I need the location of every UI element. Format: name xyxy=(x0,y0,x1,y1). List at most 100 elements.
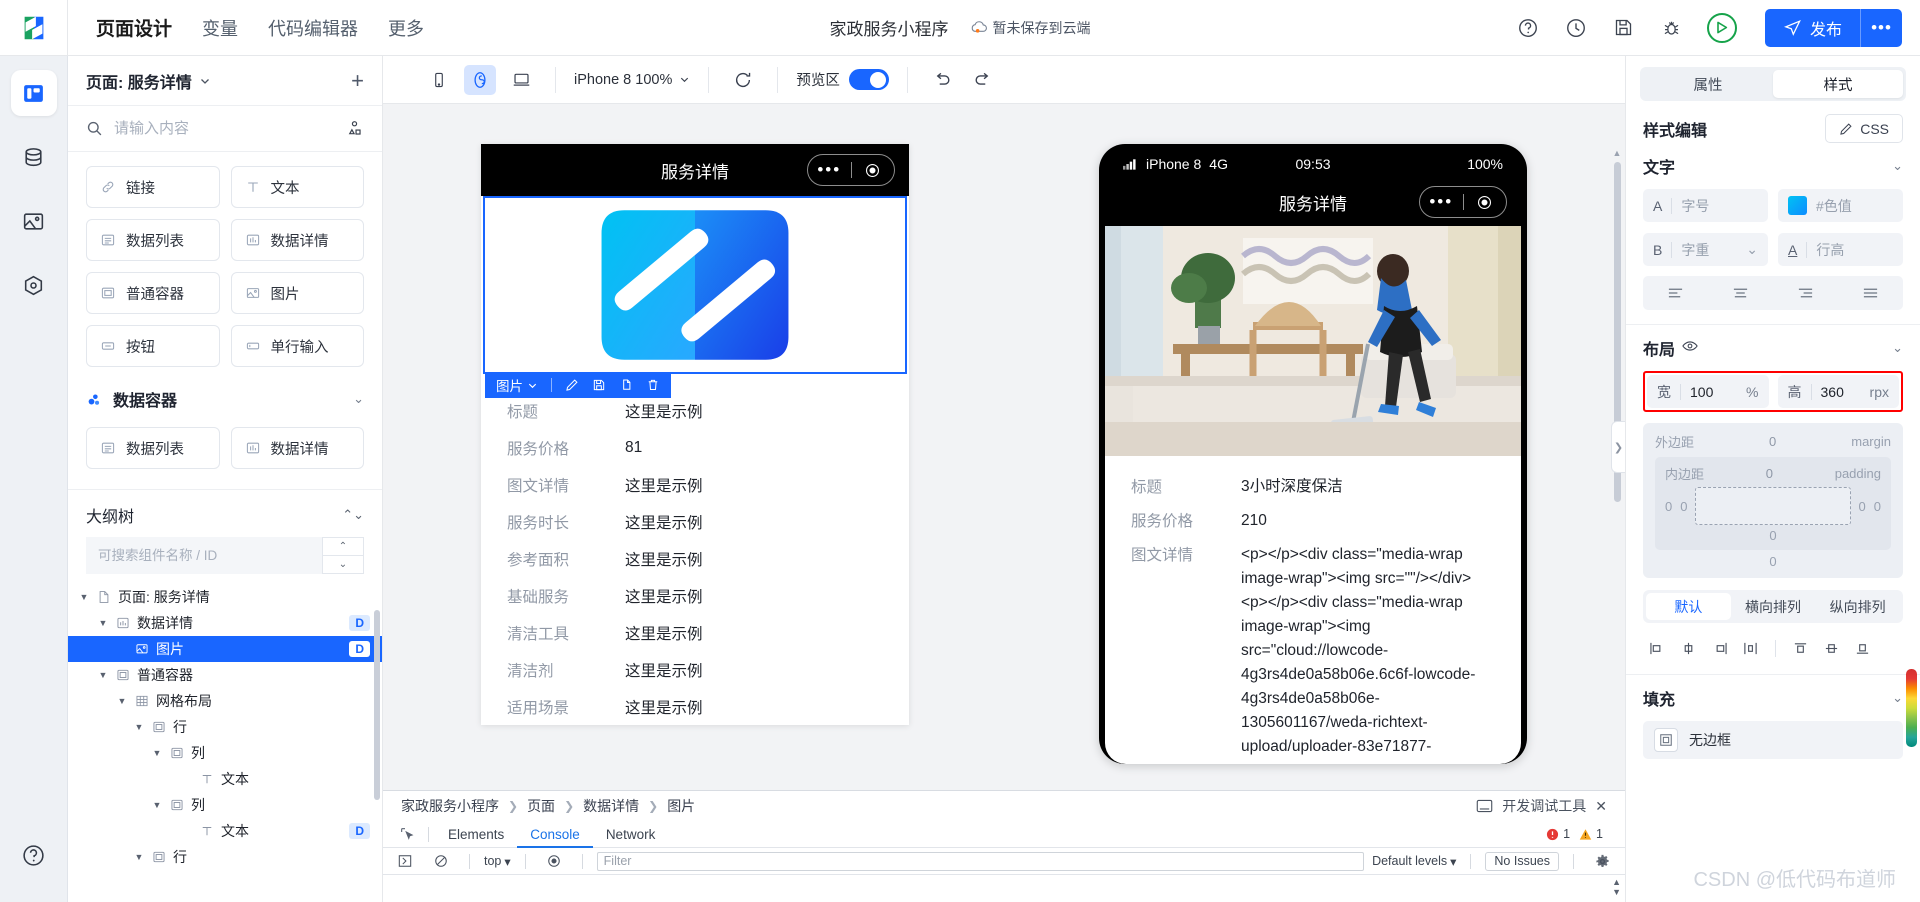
align-items-end-icon[interactable] xyxy=(1705,635,1734,661)
breadcrumb-item[interactable]: 数据详情 xyxy=(583,796,639,816)
chevron-down-icon[interactable]: ⌄ xyxy=(1892,690,1903,706)
tab-elements[interactable]: Elements xyxy=(435,821,517,848)
width-unit[interactable]: % xyxy=(1746,384,1758,400)
text-color-input[interactable]: #色值 xyxy=(1778,189,1903,222)
line-height-input[interactable]: A 行高 xyxy=(1778,233,1903,266)
app-logo[interactable] xyxy=(0,0,68,56)
selected-image-component[interactable]: 图片 xyxy=(483,196,907,398)
data-container-detail[interactable]: 数据详情 xyxy=(230,427,364,469)
bug-icon[interactable] xyxy=(1659,15,1685,41)
height-input[interactable]: 高 360 rpx xyxy=(1777,375,1899,408)
caret-icon[interactable]: ▼ xyxy=(133,852,145,862)
refresh-button[interactable] xyxy=(727,65,759,95)
caret-icon[interactable]: ▼ xyxy=(133,722,145,732)
component-data-list[interactable]: 数据列表 xyxy=(86,219,220,261)
padding-left-value[interactable]: 0 xyxy=(1680,499,1687,514)
tree-node[interactable]: ▼ 普通容器 xyxy=(68,662,382,688)
align-items-center-icon[interactable] xyxy=(1674,635,1703,661)
component-tree-toggle-icon[interactable] xyxy=(345,119,364,138)
padding-bottom-value[interactable]: 0 xyxy=(1665,528,1881,543)
console-levels-select[interactable]: Default levels ▾ xyxy=(1372,854,1456,869)
console-output[interactable]: ▲ ▼ xyxy=(383,875,1625,902)
align-left-icon[interactable] xyxy=(1643,286,1708,300)
save-icon[interactable] xyxy=(1611,15,1637,41)
capsule-more-icon[interactable]: ••• xyxy=(808,160,851,180)
fill-section-header[interactable]: 填充 ⌄ xyxy=(1643,686,1903,710)
component-image[interactable]: 图片 xyxy=(230,272,364,314)
page-selector[interactable]: 页面: 服务详情 xyxy=(86,69,211,93)
font-size-input[interactable]: A 字号 xyxy=(1643,189,1768,222)
tab-properties[interactable]: 属性 xyxy=(1643,70,1773,98)
rail-item-settings[interactable] xyxy=(11,262,57,308)
margin-top-value[interactable]: 0 xyxy=(1694,434,1851,449)
selection-type-label[interactable]: 图片 xyxy=(496,375,538,395)
text-section-header[interactable]: 文字 ⌄ xyxy=(1643,154,1903,178)
layout-tab-vertical[interactable]: 纵向排列 xyxy=(1815,593,1900,620)
align-justify-icon[interactable] xyxy=(1838,286,1903,300)
tree-node[interactable]: ▼ 列 xyxy=(68,792,382,818)
component-search-input[interactable] xyxy=(114,120,334,137)
add-page-button[interactable]: + xyxy=(351,69,364,92)
chevron-down-icon[interactable]: ⌄ xyxy=(353,391,364,407)
component-button[interactable]: 按钮 xyxy=(86,325,220,367)
caret-icon[interactable]: ▼ xyxy=(97,670,109,680)
error-count-badge[interactable]: 1 xyxy=(1546,827,1570,841)
tree-node[interactable]: ▼ 行 xyxy=(68,714,382,740)
tab-console[interactable]: Console xyxy=(517,821,593,848)
tree-node[interactable]: ▼ 列 xyxy=(68,740,382,766)
canvas-scroll-up-icon[interactable]: ▲ xyxy=(1611,148,1623,158)
gear-icon[interactable] xyxy=(1588,854,1617,869)
console-settings-eye-icon[interactable] xyxy=(540,854,568,868)
rail-item-page-design[interactable] xyxy=(10,70,57,116)
breadcrumb-item[interactable]: 页面 xyxy=(527,796,555,816)
layout-section-header[interactable]: 布局 ⌄ xyxy=(1643,336,1903,360)
margin-bottom-value[interactable]: 0 xyxy=(1655,554,1891,569)
font-weight-input[interactable]: B 字重 ⌄ xyxy=(1643,233,1768,266)
tree-node-selected[interactable]: 图片 D xyxy=(68,636,382,662)
tree-node[interactable]: ▼ 数据详情 D xyxy=(68,610,382,636)
publish-more-button[interactable]: ••• xyxy=(1860,8,1902,47)
history-icon[interactable] xyxy=(1563,15,1589,41)
component-input[interactable]: 单行输入 xyxy=(230,325,364,367)
component-data-detail[interactable]: 数据详情 xyxy=(230,219,364,261)
border-style-item[interactable]: 无边框 xyxy=(1643,721,1903,759)
run-preview-button[interactable] xyxy=(1706,12,1737,43)
caret-icon[interactable]: ▼ xyxy=(151,748,163,758)
color-swatch[interactable] xyxy=(1788,196,1807,215)
tree-node[interactable]: ▼ 页面: 服务详情 xyxy=(68,584,382,610)
help-icon[interactable] xyxy=(1515,15,1541,41)
capsule-more-icon[interactable]: ••• xyxy=(1420,192,1463,212)
rail-item-help[interactable] xyxy=(11,832,57,878)
tree-node[interactable]: 文本 xyxy=(68,766,382,792)
align-items-start-icon[interactable] xyxy=(1643,635,1672,661)
outline-prev-button[interactable]: ⌃ xyxy=(322,537,364,556)
component-text[interactable]: 文本 xyxy=(230,166,364,208)
tree-node[interactable]: ▼ 行 xyxy=(68,844,382,870)
tab-network[interactable]: Network xyxy=(593,821,669,848)
warning-count-badge[interactable]: 1 xyxy=(1579,827,1603,841)
breadcrumb-item[interactable]: 图片 xyxy=(667,796,695,816)
no-issues-button[interactable]: No Issues xyxy=(1485,851,1559,871)
align-right-icon[interactable] xyxy=(1773,286,1838,300)
layout-tab-horizontal[interactable]: 横向排列 xyxy=(1731,593,1816,620)
device-desktop-button[interactable] xyxy=(505,65,537,95)
padding-top-value[interactable]: 0 xyxy=(1704,466,1835,481)
margin-left-value[interactable]: 0 xyxy=(1665,499,1672,514)
tab-style[interactable]: 样式 xyxy=(1773,70,1903,98)
inspect-element-icon[interactable] xyxy=(393,827,422,842)
width-input[interactable]: 宽 100 % xyxy=(1647,375,1769,408)
chevron-down-icon[interactable]: ⌄ xyxy=(1892,158,1903,174)
publish-button[interactable]: 发布 xyxy=(1765,9,1860,47)
nav-item-more[interactable]: 更多 xyxy=(388,15,424,41)
console-context-select[interactable]: top ▾ xyxy=(484,854,511,869)
redo-button[interactable] xyxy=(967,65,999,95)
caret-icon[interactable]: ▼ xyxy=(151,800,163,810)
nav-item-page-design[interactable]: 页面设计 xyxy=(96,14,172,41)
caret-icon[interactable]: ▼ xyxy=(116,696,128,706)
data-container-list[interactable]: 数据列表 xyxy=(86,427,220,469)
caret-icon[interactable]: ▼ xyxy=(78,592,90,602)
copy-icon[interactable] xyxy=(619,378,633,392)
outline-next-button[interactable]: ⌄ xyxy=(322,556,364,574)
outline-search-input[interactable] xyxy=(86,537,322,574)
chevron-down-icon[interactable]: ⌄ xyxy=(1892,340,1903,356)
